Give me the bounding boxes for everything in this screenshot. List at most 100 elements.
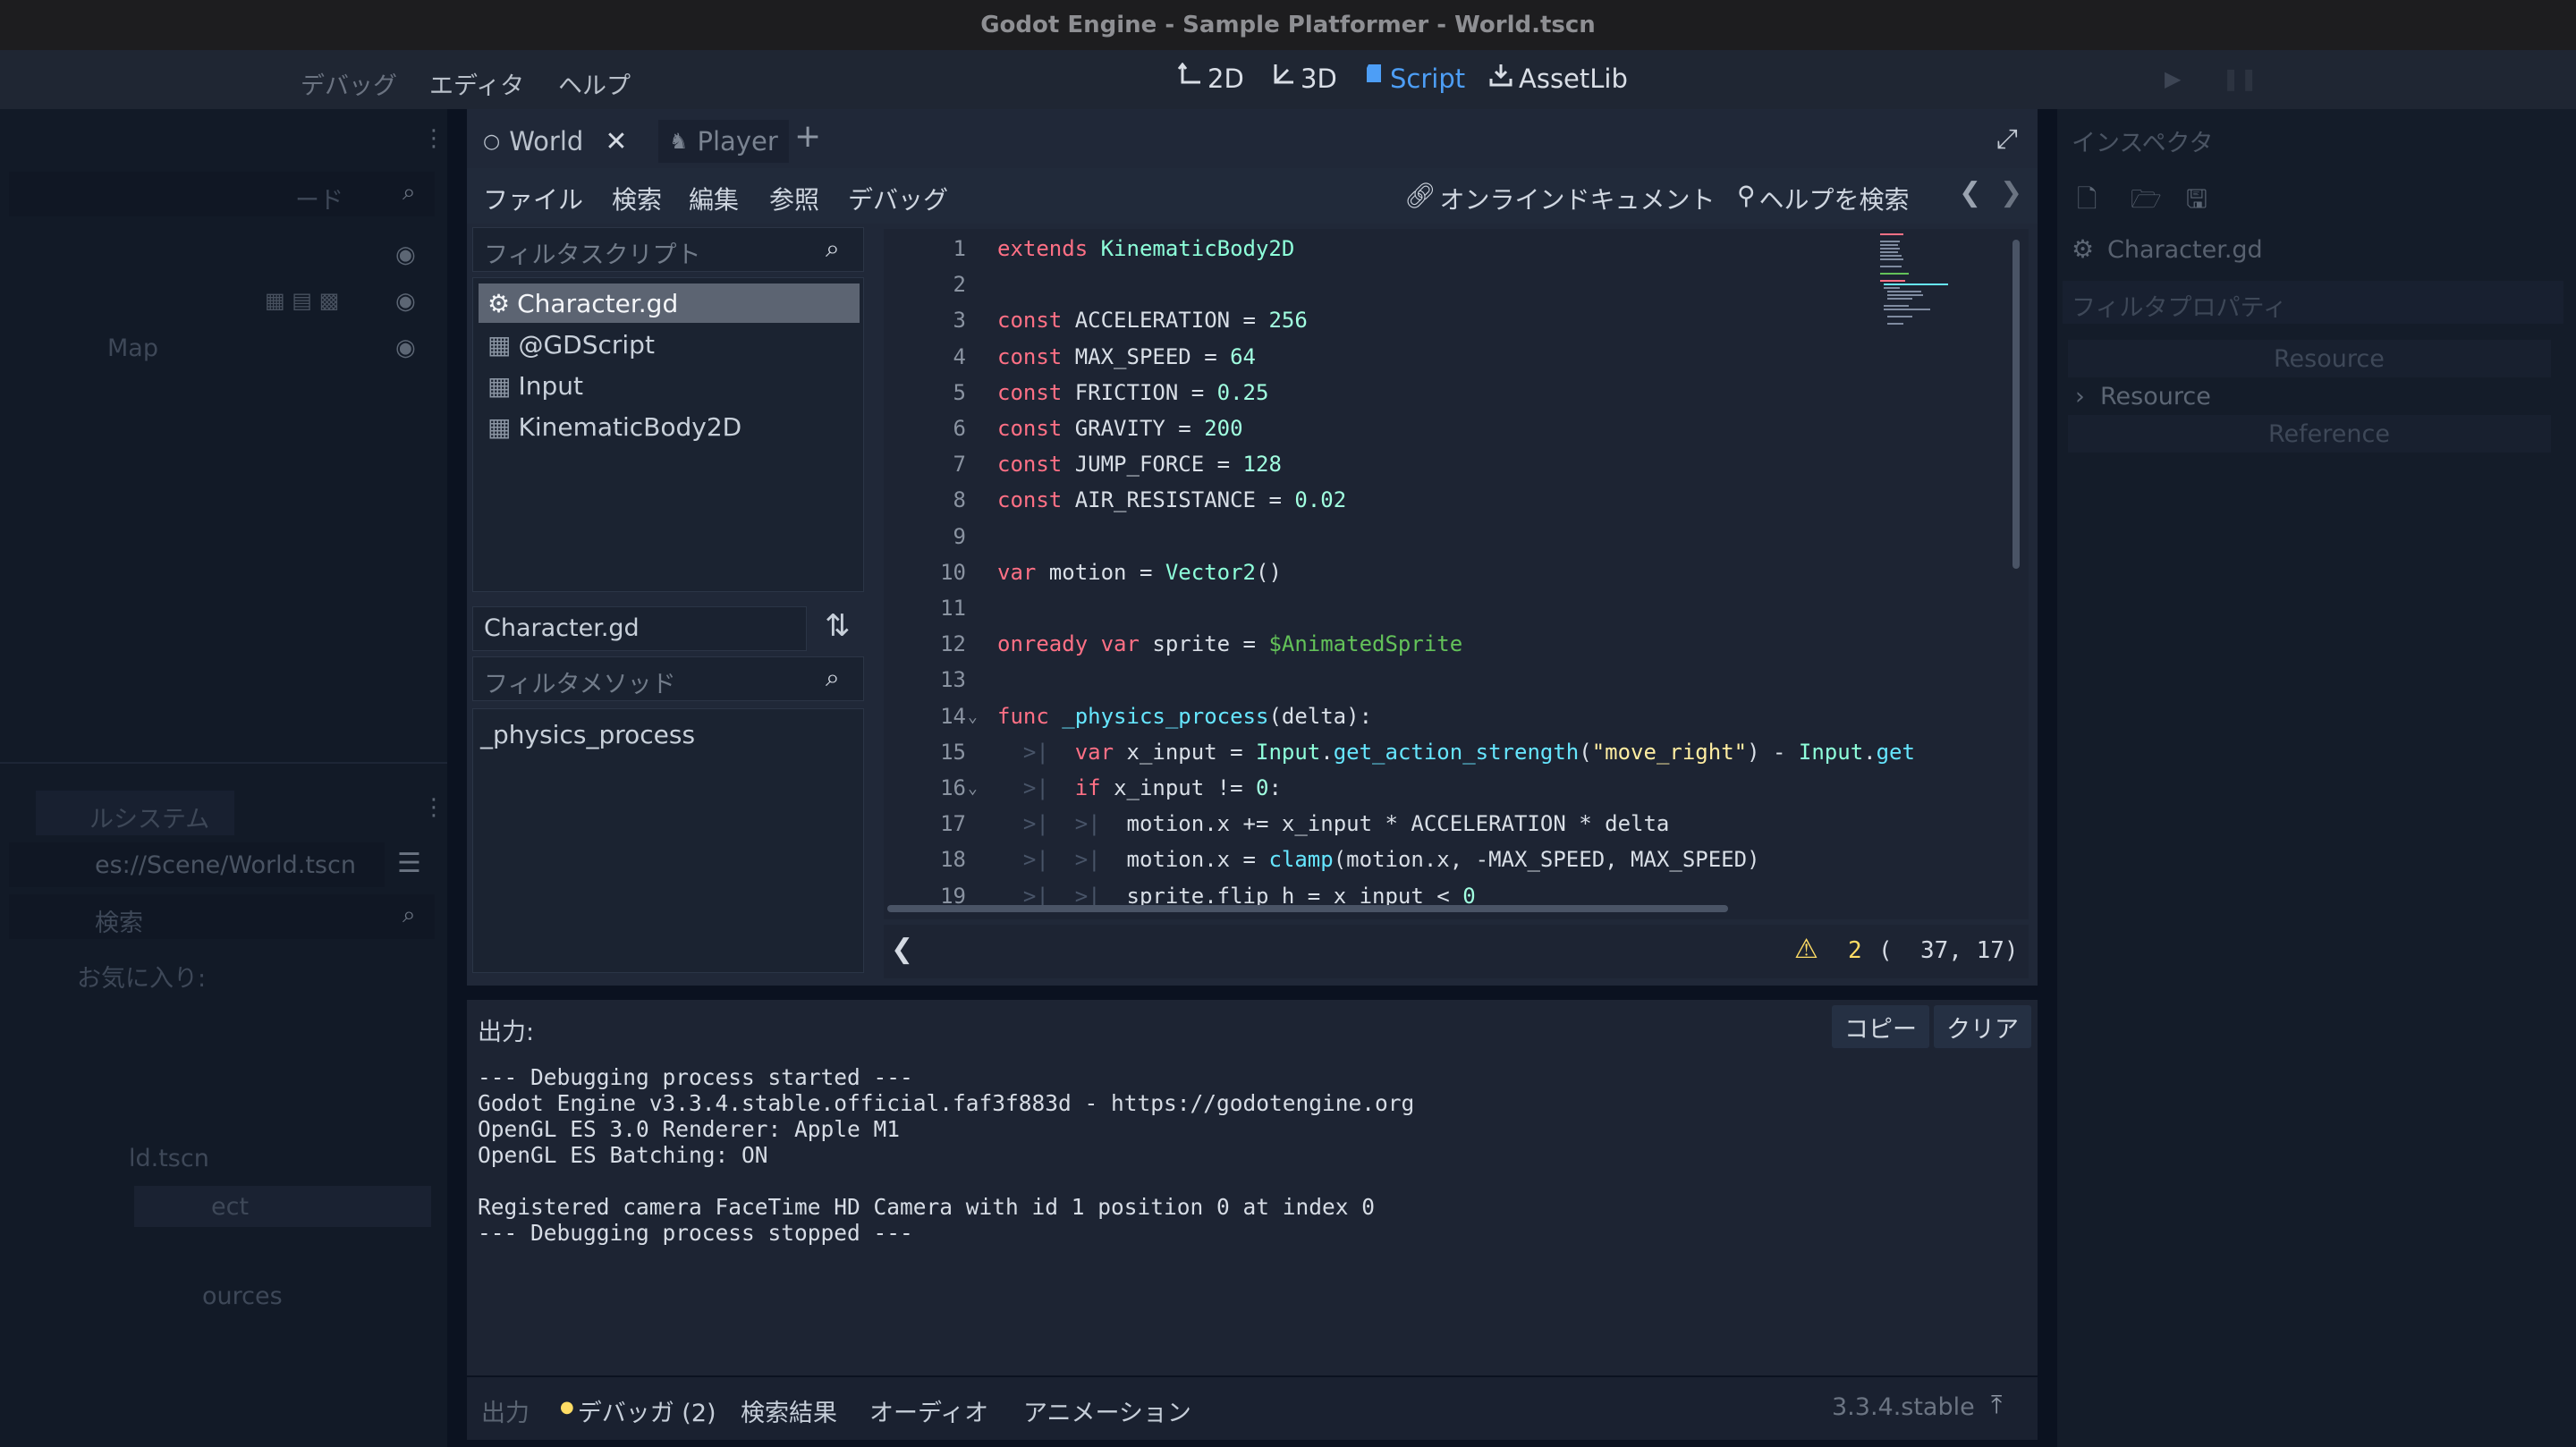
scene-node-map[interactable]: Map bbox=[107, 334, 158, 362]
code-token: JUMP_FORCE = bbox=[1074, 452, 1243, 478]
tab-player[interactable]: ♞ Player bbox=[658, 120, 789, 163]
script-menu-edit[interactable]: 編集 bbox=[689, 181, 739, 216]
script-menu-goto[interactable]: 参照 bbox=[769, 181, 819, 216]
script-menu-search[interactable]: 検索 bbox=[612, 181, 662, 216]
toggle-scripts-panel-icon[interactable]: ❮ bbox=[891, 934, 913, 965]
online-docs-button[interactable]: 🔗︎ オンラインドキュメント bbox=[1404, 181, 1716, 216]
visibility-eye-icon[interactable]: ◉ bbox=[395, 334, 416, 361]
copy-button[interactable]: コピー bbox=[1832, 1005, 1929, 1048]
code-line[interactable]: 16 ⌄ >| if x_input != 0: bbox=[884, 772, 1957, 805]
menu-debug[interactable]: デバッグ bbox=[301, 66, 397, 101]
code-line[interactable]: 1 extends KinematicBody2D bbox=[884, 233, 1957, 266]
expand-panel-icon[interactable]: ⤒ bbox=[1991, 1390, 2002, 1420]
new-resource-icon[interactable]: 🗋︎ bbox=[2077, 181, 2097, 224]
menu-editor[interactable]: エディタ bbox=[429, 66, 524, 101]
code-line[interactable]: 10 var motion = Vector2() bbox=[884, 556, 1957, 589]
code-line[interactable]: 9 bbox=[884, 520, 1957, 554]
script-list-item-gdscript[interactable]: ▦ @GDScript bbox=[479, 325, 655, 364]
mode-3d-label: 3D bbox=[1301, 63, 1337, 94]
filesystem-tab[interactable]: ルシステム bbox=[36, 791, 234, 835]
path-field[interactable]: es://Scene/World.tscn bbox=[9, 842, 385, 887]
visibility-eye-icon[interactable]: ◉ bbox=[395, 241, 416, 268]
tab-animation[interactable]: アニメーション bbox=[1023, 1393, 1191, 1428]
file-item[interactable]: ld.tscn bbox=[129, 1145, 209, 1172]
history-back-icon[interactable]: ❮ bbox=[1959, 177, 1981, 208]
pause-icon[interactable]: ❚❚ bbox=[2222, 66, 2258, 91]
code-line[interactable]: 11 bbox=[884, 592, 1957, 625]
code-line[interactable]: 5 const FRICTION = 0.25 bbox=[884, 377, 1957, 410]
script-attach-icons[interactable]: ▦ ▤ ▩ bbox=[265, 288, 339, 313]
property-filter-placeholder: フィルタプロパティ bbox=[2072, 294, 2287, 322]
code-line[interactable]: 4 const MAX_SPEED = 64 bbox=[884, 341, 1957, 374]
fold-chevron-icon[interactable]: ⌄ bbox=[968, 700, 978, 733]
warning-count[interactable]: 2 bbox=[1848, 937, 1862, 964]
code-line[interactable]: 18 >| >| motion.x = clamp(motion.x, -MAX… bbox=[884, 843, 1957, 876]
script-list-item-character[interactable]: ⚙ Character.gd bbox=[479, 283, 860, 323]
mode-2d-button[interactable]: 2D bbox=[1177, 62, 1244, 94]
code-line[interactable]: 20 >| >| bbox=[884, 916, 1957, 920]
inspector-section-resource[interactable]: › Resource bbox=[2068, 377, 2551, 415]
scene-filter[interactable]: ード ⌕ bbox=[9, 172, 435, 216]
script-menu-file[interactable]: ファイル bbox=[483, 181, 583, 216]
folder-icon[interactable]: 🗁︎ bbox=[2131, 181, 2162, 224]
code-token: MAX_SPEED = bbox=[1074, 343, 1231, 369]
split-mode-icon[interactable]: ☰ bbox=[397, 848, 421, 879]
history-forward-icon[interactable]: ❯ bbox=[2000, 177, 2022, 208]
method-filter-input[interactable]: フィルタメソッド ⌕ bbox=[472, 656, 864, 701]
close-icon[interactable]: ✕ bbox=[605, 126, 627, 157]
tab-player-label: Player bbox=[697, 126, 778, 157]
property-filter[interactable]: フィルタプロパティ bbox=[2063, 281, 2563, 324]
script-filter-input[interactable]: フィルタスクリプト ⌕ bbox=[472, 227, 864, 272]
tab-search-results[interactable]: 検索結果 bbox=[741, 1393, 837, 1428]
code-line[interactable]: 7 const JUMP_FORCE = 128 bbox=[884, 448, 1957, 481]
code-line[interactable]: 12 onready var sprite = $AnimatedSprite bbox=[884, 628, 1957, 661]
file-filter[interactable]: 検索 ⌕ bbox=[9, 894, 435, 939]
code-token: const bbox=[997, 416, 1075, 441]
code-line[interactable]: 14 ⌄ func _physics_process(delta): bbox=[884, 700, 1957, 733]
add-tab-icon[interactable]: + bbox=[794, 118, 821, 155]
fullscreen-icon[interactable]: ⤢ bbox=[1996, 123, 2018, 155]
code-token: motion.x += x_input * ACCELERATION * del… bbox=[1126, 811, 1670, 837]
code-line[interactable]: 17 >| >| motion.x += x_input * ACCELERAT… bbox=[884, 808, 1957, 841]
line-number: 8 bbox=[953, 487, 966, 513]
file-item-selected[interactable]: ect bbox=[134, 1186, 431, 1227]
vertical-scrollbar[interactable] bbox=[2012, 240, 2020, 569]
code-token: $AnimatedSprite bbox=[1268, 631, 1463, 657]
mode-assetlib-button[interactable]: AssetLib bbox=[1488, 63, 1628, 94]
script-list-item-input[interactable]: ▦ Input bbox=[479, 366, 583, 405]
clear-button[interactable]: クリア bbox=[1934, 1005, 2031, 1048]
mode-3d-button[interactable]: 3D bbox=[1270, 63, 1337, 94]
tab-output[interactable]: 出力 bbox=[481, 1393, 530, 1428]
fold-chevron-icon[interactable]: ⌄ bbox=[968, 772, 978, 805]
inspector-object[interactable]: Character.gd bbox=[2107, 236, 2263, 264]
save-icon[interactable]: 🖫︎ bbox=[2186, 181, 2207, 224]
method-list-item[interactable]: _physics_process bbox=[473, 715, 695, 754]
search-help-button[interactable]: ⚲ ヘルプを検索 bbox=[1737, 181, 1910, 216]
code-line[interactable]: 15 >| var x_input = Input.get_action_str… bbox=[884, 736, 1957, 769]
tab-world[interactable]: ○ World ✕ bbox=[483, 120, 627, 163]
file-item[interactable]: ources bbox=[202, 1282, 283, 1310]
code-line[interactable]: 3 const ACCELERATION = 256 bbox=[884, 304, 1957, 337]
code-text: >| >| bbox=[997, 916, 1101, 920]
code-editor[interactable]: 1 extends KinematicBody2D 2 3 const ACCELERA… bbox=[884, 229, 2029, 919]
code-token: const bbox=[997, 308, 1075, 334]
code-line[interactable]: 2 bbox=[884, 268, 1957, 301]
code-line[interactable]: 6 const GRAVITY = 200 bbox=[884, 412, 1957, 445]
script-menu-debug[interactable]: デバッグ bbox=[848, 181, 948, 216]
script-list-item-kinematicbody2d[interactable]: ▦ KinematicBody2D bbox=[479, 407, 741, 446]
horizontal-scrollbar[interactable] bbox=[887, 905, 1728, 912]
minimap[interactable] bbox=[1877, 229, 1957, 336]
dock-menu-icon[interactable]: ⋮ bbox=[422, 794, 445, 821]
code-token: (delta): bbox=[1268, 703, 1373, 729]
visibility-eye-icon[interactable]: ◉ bbox=[395, 288, 416, 315]
tab-debugger[interactable]: ● デバッガ (2) bbox=[560, 1393, 716, 1428]
code-line[interactable]: 13 bbox=[884, 664, 1957, 697]
play-icon[interactable]: ▶ bbox=[2165, 66, 2181, 91]
code-line[interactable]: 8 const AIR_RESISTANCE = 0.02 bbox=[884, 484, 1957, 517]
sort-icon[interactable]: ⇅ bbox=[825, 608, 851, 644]
menu-help[interactable]: ヘルプ bbox=[558, 66, 631, 101]
mode-script-button[interactable]: Script bbox=[1363, 63, 1465, 94]
warning-icon[interactable]: ⚠ bbox=[1794, 934, 1818, 965]
tab-audio[interactable]: オーディオ bbox=[869, 1393, 988, 1428]
dock-menu-icon[interactable]: ⋮ bbox=[422, 125, 445, 152]
